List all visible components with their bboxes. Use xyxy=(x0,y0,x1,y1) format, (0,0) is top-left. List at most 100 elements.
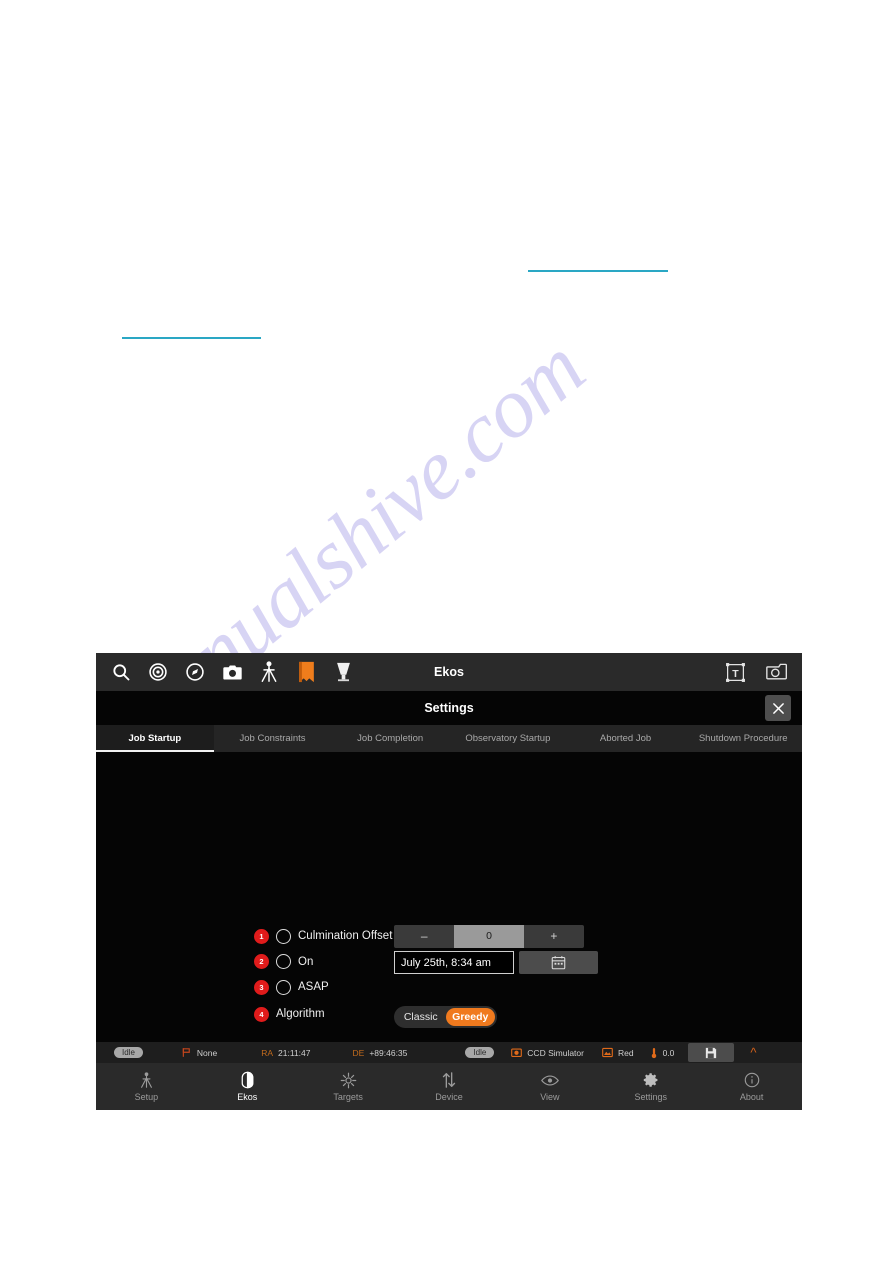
book-icon[interactable] xyxy=(295,661,317,683)
label-on: On xyxy=(298,955,314,968)
culmination-offset-stepper[interactable]: – 0 + xyxy=(394,924,584,948)
nav-item-targets[interactable]: Targets xyxy=(298,1063,399,1110)
ra-label: RA xyxy=(261,1047,274,1058)
label-algorithm: Algorithm xyxy=(276,1008,325,1020)
cone-icon[interactable] xyxy=(332,661,354,683)
page-root: manualshive.com Ekos T Settings Job Star… xyxy=(0,0,893,1263)
target-indicator: None xyxy=(181,1047,217,1058)
filter-indicator: Red xyxy=(602,1047,634,1058)
radio-on[interactable] xyxy=(276,954,291,969)
step-badge-3: 3 xyxy=(254,979,269,995)
star-icon xyxy=(340,1071,357,1089)
flag-icon xyxy=(182,1048,190,1057)
ra-value: 21:11:47 xyxy=(278,1047,311,1058)
de-value: +89:46:35 xyxy=(369,1047,408,1058)
option-algorithm: 4 Algorithm xyxy=(254,1002,394,1026)
toolbar-left-icons xyxy=(96,661,354,683)
step-badge-4: 4 xyxy=(254,1006,269,1022)
nav-label-view: View xyxy=(540,1092,560,1102)
bottom-navigation: Setup Ekos Targets Device View Settings … xyxy=(96,1063,802,1110)
info-icon xyxy=(744,1071,760,1089)
nav-item-ekos[interactable]: Ekos xyxy=(197,1063,298,1110)
tab-observatory-startup[interactable]: Observatory Startup xyxy=(449,725,567,752)
stepper-value[interactable]: 0 xyxy=(454,924,524,948)
ekos-app-panel: Ekos T Settings Job Startup Job Constrai… xyxy=(96,653,802,1110)
tab-job-constraints[interactable]: Job Constraints xyxy=(214,725,332,752)
nav-label-ekos: Ekos xyxy=(237,1092,258,1102)
algorithm-option-greedy[interactable]: Greedy xyxy=(445,1008,495,1026)
screenshot-icon[interactable] xyxy=(766,661,788,683)
nav-label-setup: Setup xyxy=(134,1092,159,1102)
camera-indicator: CCD Simulator xyxy=(511,1047,584,1058)
chevron-up-icon[interactable]: ^ xyxy=(750,1045,756,1060)
nav-item-device[interactable]: Device xyxy=(399,1063,500,1110)
nav-label-settings: Settings xyxy=(634,1092,667,1102)
app-toolbar: Ekos T xyxy=(96,653,802,691)
option-asap[interactable]: 3 ASAP xyxy=(254,975,394,999)
eye-icon xyxy=(540,1071,559,1089)
step-badge-1: 1 xyxy=(254,928,269,944)
filter-icon xyxy=(602,1047,613,1058)
calendar-icon[interactable] xyxy=(519,951,598,974)
settings-tabs: Job Startup Job Constraints Job Completi… xyxy=(96,725,802,752)
nav-label-about: About xyxy=(739,1092,764,1102)
search-icon[interactable] xyxy=(110,661,132,683)
radio-culmination-offset[interactable] xyxy=(276,928,291,944)
tab-job-startup[interactable]: Job Startup xyxy=(96,725,214,752)
nav-item-setup[interactable]: Setup xyxy=(96,1063,197,1110)
job-startup-form: 1 Culmination Offset – 0 + 2 On July 25t… xyxy=(254,924,600,1028)
close-button[interactable] xyxy=(765,695,791,721)
settings-content: 1 Culmination Offset – 0 + 2 On July 25t… xyxy=(96,752,802,1042)
tab-job-completion[interactable]: Job Completion xyxy=(331,725,449,752)
camera-small-icon xyxy=(511,1048,523,1057)
de-label: DE xyxy=(352,1047,365,1058)
telescope-icon[interactable] xyxy=(258,661,280,683)
transfer-icon xyxy=(441,1071,457,1089)
label-asap: ASAP xyxy=(298,981,329,993)
compass-icon[interactable] xyxy=(184,661,206,683)
step-badge-2: 2 xyxy=(254,954,269,969)
thermometer-icon xyxy=(651,1047,656,1058)
stepper-decrement-button[interactable]: – xyxy=(394,924,455,948)
document-link-rule-2[interactable] xyxy=(122,337,261,339)
option-on[interactable]: 2 On xyxy=(254,950,394,974)
startup-date-input[interactable]: July 25th, 8:34 am xyxy=(394,951,514,974)
ra-readout: RA 21:11:47 xyxy=(261,1048,310,1058)
nav-label-device: Device xyxy=(435,1092,463,1102)
settings-header: Settings xyxy=(96,691,802,725)
tab-shutdown-procedure[interactable]: Shutdown Procedure xyxy=(684,725,802,752)
document-link-rule-1[interactable] xyxy=(528,270,668,272)
startup-date-row: July 25th, 8:34 am xyxy=(394,951,600,974)
status-bar: Idle None RA 21:11:47 DE +89:46:35 Idle … xyxy=(96,1042,802,1063)
gear-icon xyxy=(643,1071,659,1089)
temperature-value: 0.0 xyxy=(662,1047,675,1058)
floppy-icon xyxy=(706,1047,717,1058)
nav-item-view[interactable]: View xyxy=(499,1063,600,1110)
mount-status-badge: Idle xyxy=(114,1047,143,1058)
tab-aborted-job[interactable]: Aborted Job xyxy=(567,725,685,752)
text-frame-icon[interactable]: T xyxy=(724,661,746,683)
temperature-indicator: 0.0 xyxy=(650,1047,675,1059)
stepper-increment-button[interactable]: + xyxy=(523,924,584,948)
target-name: None xyxy=(196,1047,218,1058)
settings-title: Settings xyxy=(424,701,474,715)
ekos-icon xyxy=(240,1071,255,1089)
algorithm-toggle[interactable]: Classic Greedy xyxy=(394,1006,497,1028)
radio-asap[interactable] xyxy=(276,979,291,995)
nav-item-about[interactable]: About xyxy=(701,1063,802,1110)
camera-name: CCD Simulator xyxy=(527,1047,584,1058)
target-icon[interactable] xyxy=(147,661,169,683)
save-icon[interactable] xyxy=(688,1043,735,1062)
capture-status-badge: Idle xyxy=(465,1047,495,1058)
label-culmination-offset: Culmination Offset xyxy=(298,930,393,942)
nav-item-settings[interactable]: Settings xyxy=(600,1063,701,1110)
filter-name: Red xyxy=(617,1047,634,1058)
de-readout: DE +89:46:35 xyxy=(353,1048,408,1058)
toolbar-right-icons: T xyxy=(724,661,788,683)
svg-text:T: T xyxy=(732,667,739,679)
nav-label-targets: Targets xyxy=(333,1092,363,1102)
option-culmination-offset[interactable]: 1 Culmination Offset xyxy=(254,924,394,948)
telescope-icon xyxy=(139,1071,154,1089)
algorithm-option-classic[interactable]: Classic xyxy=(396,1008,446,1026)
camera-icon[interactable] xyxy=(221,661,243,683)
